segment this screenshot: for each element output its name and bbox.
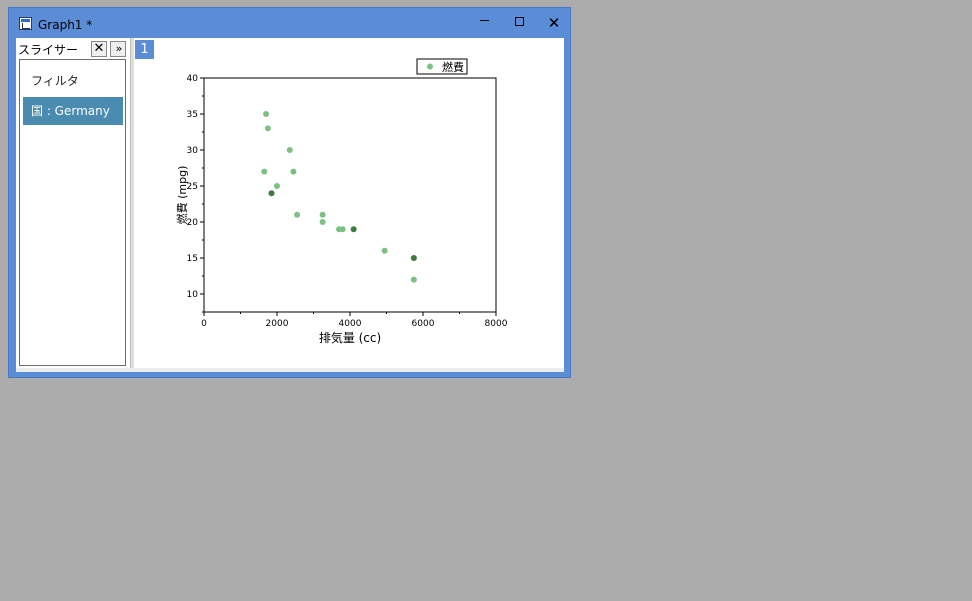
- close-button[interactable]: ✕: [540, 14, 568, 32]
- data-point[interactable]: [381, 247, 388, 254]
- data-point[interactable]: [319, 219, 326, 225]
- minimize-button[interactable]: [470, 14, 498, 32]
- data-point[interactable]: [339, 226, 346, 233]
- plot-frame: [203, 77, 497, 313]
- slicer-title: スライサー: [18, 43, 79, 57]
- data-point[interactable]: [350, 226, 357, 233]
- minimize-icon: [479, 19, 489, 21]
- data-point[interactable]: [264, 125, 271, 132]
- graph-window[interactable]: Graph1 * ✕ スライサー ✕ » フィルタ 国 : Germany 1 …: [8, 7, 571, 378]
- y-axis-label: 燃費 (mpg): [175, 166, 189, 225]
- y-tick-label: 30: [187, 146, 199, 156]
- window-content: スライサー ✕ » フィルタ 国 : Germany 1 10 15 20 25 30 3…: [16, 38, 564, 368]
- close-icon: ✕: [93, 41, 105, 56]
- data-point[interactable]: [410, 255, 417, 261]
- legend[interactable]: 燃費: [416, 58, 468, 75]
- maximize-button[interactable]: [505, 14, 533, 32]
- x-tick-label: 2000: [266, 319, 289, 329]
- y-tick-label: 35: [187, 110, 198, 120]
- data-point[interactable]: [294, 211, 301, 218]
- data-point[interactable]: [263, 111, 270, 117]
- double-chevron-right-icon: »: [115, 42, 123, 55]
- data-point[interactable]: [261, 168, 268, 175]
- slicer-expand-button[interactable]: »: [110, 41, 126, 57]
- data-point[interactable]: [268, 190, 275, 197]
- graph-window-icon: [19, 17, 32, 30]
- slicer-header: スライサー ✕ »: [18, 40, 128, 58]
- title-bar[interactable]: Graph1 * ✕: [9, 8, 570, 38]
- data-point[interactable]: [286, 147, 293, 153]
- filter-label: フィルタ: [31, 74, 79, 88]
- data-point[interactable]: [319, 211, 326, 218]
- data-point[interactable]: [410, 276, 417, 283]
- maximize-icon: [514, 17, 524, 26]
- data-point[interactable]: [274, 183, 280, 189]
- x-tick-label: 8000: [485, 319, 508, 329]
- slicer-close-button[interactable]: ✕: [91, 41, 107, 57]
- y-tick-label: 40: [187, 74, 199, 84]
- status-strip: [16, 368, 564, 372]
- scatter-chart[interactable]: 10152025303540 0 2000 4000 6000 8000 燃費 排気量 …: [134, 38, 564, 368]
- x-tick-label: 4000: [339, 319, 362, 329]
- slicer-list: フィルタ 国 : Germany: [19, 59, 126, 366]
- legend-label: 燃費: [442, 60, 464, 74]
- y-tick-label: 10: [187, 290, 199, 300]
- x-tick-label: 0: [201, 319, 207, 329]
- window-title: Graph1 *: [38, 18, 93, 32]
- slicer-item-germany[interactable]: 国 : Germany: [23, 97, 123, 125]
- close-icon: ✕: [547, 14, 561, 32]
- x-axis-label: 排気量 (cc): [319, 330, 381, 345]
- graph-area[interactable]: 1 10 15 20 25 30 35 40 0 2000 4000 6000 8000 燃費 排気…: [134, 38, 564, 368]
- y-tick-label: 15: [187, 254, 198, 264]
- slicer-panel: スライサー ✕ » フィルタ 国 : Germany: [16, 38, 129, 368]
- legend-marker: [427, 63, 433, 70]
- x-tick-label: 6000: [412, 319, 435, 329]
- data-point[interactable]: [290, 168, 297, 175]
